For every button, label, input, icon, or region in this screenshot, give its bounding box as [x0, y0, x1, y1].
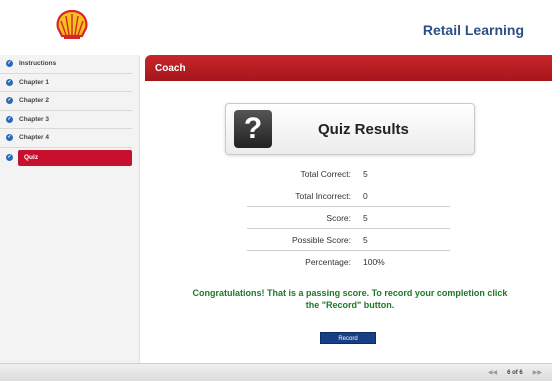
result-row: Score: 5 [247, 207, 450, 229]
sidebar-item-label: Chapter 2 [19, 97, 49, 105]
sidebar-item-label: Quiz [24, 154, 39, 161]
result-value: 100% [363, 257, 385, 267]
rewind-icon[interactable]: ◀◀ [488, 369, 497, 376]
quiz-results-title: Quiz Results [318, 121, 409, 138]
check-icon: ✓ [6, 78, 13, 86]
check-icon: ✓ [6, 153, 13, 161]
result-value: 5 [363, 169, 368, 179]
result-row: Total Correct: 5 [247, 163, 450, 185]
sidebar-item-quiz[interactable]: ✓ Quiz [6, 149, 132, 166]
result-row: Percentage: 100% [247, 251, 450, 273]
result-label: Total Correct: [300, 169, 351, 179]
check-icon: ✓ [6, 60, 13, 68]
completion-message: Congratulations! That is a passing score… [192, 288, 508, 310]
result-label: Percentage: [305, 257, 351, 267]
sidebar-item-label: Chapter 1 [19, 78, 49, 86]
pager: ◀◀ 6 of 6 ▶▶ [488, 369, 542, 377]
result-label: Total Incorrect: [295, 190, 351, 201]
results-table: Total Correct: 5 Total Incorrect: 0 Scor… [247, 163, 450, 273]
sidebar-item-chapter-1[interactable]: ✓ Chapter 1 [0, 74, 132, 92]
page-indicator: 6 of 6 [507, 369, 523, 376]
sidebar-item-label: Instructions [19, 60, 57, 68]
app-title: Retail Learning [422, 22, 524, 38]
result-row: Total Incorrect: 0 [247, 185, 450, 207]
result-value: 5 [363, 212, 368, 223]
result-value: 5 [363, 234, 368, 245]
app-header: Retail Learning [0, 0, 552, 52]
shell-logo-icon [56, 10, 88, 39]
question-mark-icon: ? [234, 110, 272, 148]
content-panel: Coach ? Quiz Results Total Correct: 5 To… [145, 55, 552, 363]
section-title-bar: Coach [145, 55, 552, 81]
footer-bar: ◀◀ 6 of 6 ▶▶ [0, 363, 552, 381]
sidebar-item-chapter-2[interactable]: ✓ Chapter 2 [0, 92, 132, 111]
fast-forward-icon[interactable]: ▶▶ [533, 369, 542, 376]
sidebar-item-label: Chapter 4 [19, 134, 49, 142]
result-label: Possible Score: [291, 234, 351, 245]
result-label: Score: [326, 212, 351, 223]
result-value: 0 [363, 190, 368, 201]
check-icon: ✓ [6, 97, 13, 105]
sidebar-item-instructions[interactable]: ✓ Instructions [0, 55, 132, 74]
sidebar-item-chapter-4[interactable]: ✓ Chapter 4 [0, 129, 132, 148]
check-icon: ✓ [6, 134, 13, 142]
chapter-sidebar: ✓ Instructions ✓ Chapter 1 ✓ Chapter 2 ✓… [0, 55, 140, 363]
quiz-results-card: ? Quiz Results [225, 103, 475, 155]
section-title: Coach [155, 62, 186, 74]
sidebar-item-label: Chapter 3 [19, 115, 49, 123]
check-icon: ✓ [6, 115, 13, 123]
result-row: Possible Score: 5 [247, 229, 450, 251]
record-button[interactable]: Record [320, 332, 376, 344]
sidebar-item-chapter-3[interactable]: ✓ Chapter 3 [0, 111, 132, 129]
